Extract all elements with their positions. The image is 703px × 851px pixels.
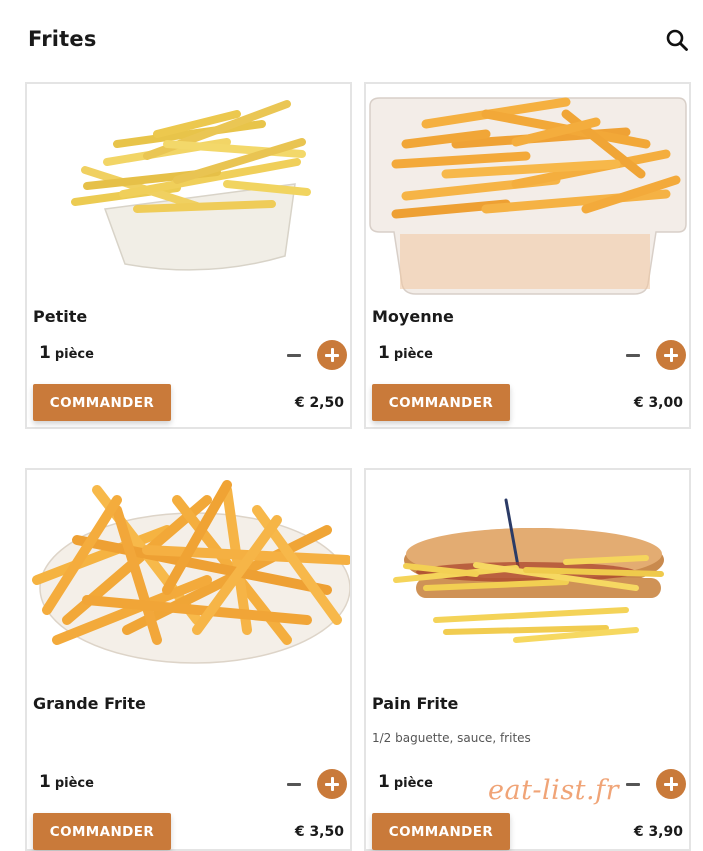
product-image-grande-frite [27,470,350,685]
increase-quantity-button[interactable] [656,769,686,799]
order-button[interactable]: COMMANDER [33,384,171,421]
product-price: € 2,50 [294,395,344,411]
quantity-value: 1 [378,343,390,363]
search-icon[interactable] [665,28,689,52]
order-button[interactable]: COMMANDER [33,813,171,850]
increase-quantity-button[interactable] [317,340,347,370]
decrease-quantity-button[interactable] [625,776,641,792]
order-button[interactable]: COMMANDER [372,813,510,850]
product-name: Grande Frite [33,694,146,713]
increase-quantity-button[interactable] [656,340,686,370]
quantity-unit: pièce [393,347,433,362]
product-price: € 3,00 [633,395,683,411]
page-title: Frites [28,27,97,51]
product-name: Pain Frite [372,694,459,713]
product-price: € 3,90 [633,824,683,840]
product-image-moyenne [366,84,689,299]
quantity-value: 1 [39,343,51,363]
decrease-quantity-button[interactable] [625,347,641,363]
quantity-display: 1 pièce [378,343,433,363]
watermark: eat-list.fr [488,775,620,806]
product-card-grande-frite: Grande Frite 1 pièce COMMANDER € 3,50 [25,468,352,851]
product-card-petite: Petite 1 pièce COMMANDER € 2,50 [25,82,352,429]
quantity-display: 1 pièce [378,772,433,792]
product-image-petite [27,84,350,299]
quantity-display: 1 pièce [39,772,94,792]
decrease-quantity-button[interactable] [286,776,302,792]
quantity-value: 1 [39,772,51,792]
quantity-display: 1 pièce [39,343,94,363]
product-name: Petite [33,307,88,326]
quantity-value: 1 [378,772,390,792]
quantity-unit: pièce [393,776,433,791]
product-description: 1/2 baguette, sauce, frites [372,731,531,745]
order-button[interactable]: COMMANDER [372,384,510,421]
product-card-moyenne: Moyenne 1 pièce COMMANDER € 3,00 [364,82,691,429]
product-name: Moyenne [372,307,454,326]
product-price: € 3,50 [294,824,344,840]
product-image-pain-frite [366,470,689,685]
decrease-quantity-button[interactable] [286,347,302,363]
quantity-unit: pièce [54,776,94,791]
increase-quantity-button[interactable] [317,769,347,799]
header: Frites [0,0,703,80]
quantity-unit: pièce [54,347,94,362]
